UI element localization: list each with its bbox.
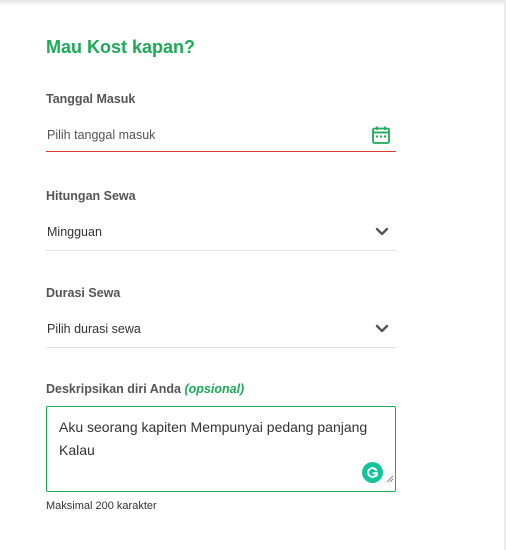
tanggal-masuk-placeholder: Pilih tanggal masuk bbox=[47, 127, 156, 142]
top-shadow bbox=[0, 0, 506, 6]
chevron-down-icon[interactable] bbox=[375, 227, 389, 237]
helper-text: Maksimal 200 karakter bbox=[46, 500, 157, 512]
hitungan-sewa-label: Hitungan Sewa bbox=[46, 189, 136, 203]
form-title: Mau Kost kapan? bbox=[46, 37, 196, 57]
chevron-down-icon[interactable] bbox=[375, 324, 389, 334]
resize-handle-icon[interactable] bbox=[386, 467, 394, 490]
durasi-sewa-placeholder: Pilih durasi sewa bbox=[47, 321, 141, 336]
hitungan-sewa-select[interactable]: Mingguan bbox=[46, 213, 396, 251]
deskripsi-label-text: Deskripsikan diri Anda bbox=[46, 382, 181, 396]
durasi-sewa-select[interactable]: Pilih durasi sewa bbox=[46, 310, 396, 348]
tanggal-masuk-label: Tanggal Masuk bbox=[46, 92, 136, 106]
deskripsi-label: Deskripsikan diri Anda (opsional) bbox=[46, 382, 244, 396]
textarea-line: Kalau bbox=[59, 442, 95, 458]
optional-tag: (opsional) bbox=[184, 382, 245, 396]
calendar-icon[interactable] bbox=[371, 125, 391, 145]
textarea-line: Aku seorang kapiten Mempunyai pedang pan… bbox=[59, 419, 368, 435]
grammarly-icon[interactable] bbox=[362, 462, 383, 483]
tanggal-masuk-field[interactable]: Pilih tanggal masuk bbox=[46, 118, 396, 152]
hitungan-sewa-value: Mingguan bbox=[47, 224, 102, 239]
durasi-sewa-label: Durasi Sewa bbox=[46, 286, 121, 300]
deskripsi-textarea[interactable]: Aku seorang kapiten Mempunyai pedang pan… bbox=[46, 406, 396, 492]
